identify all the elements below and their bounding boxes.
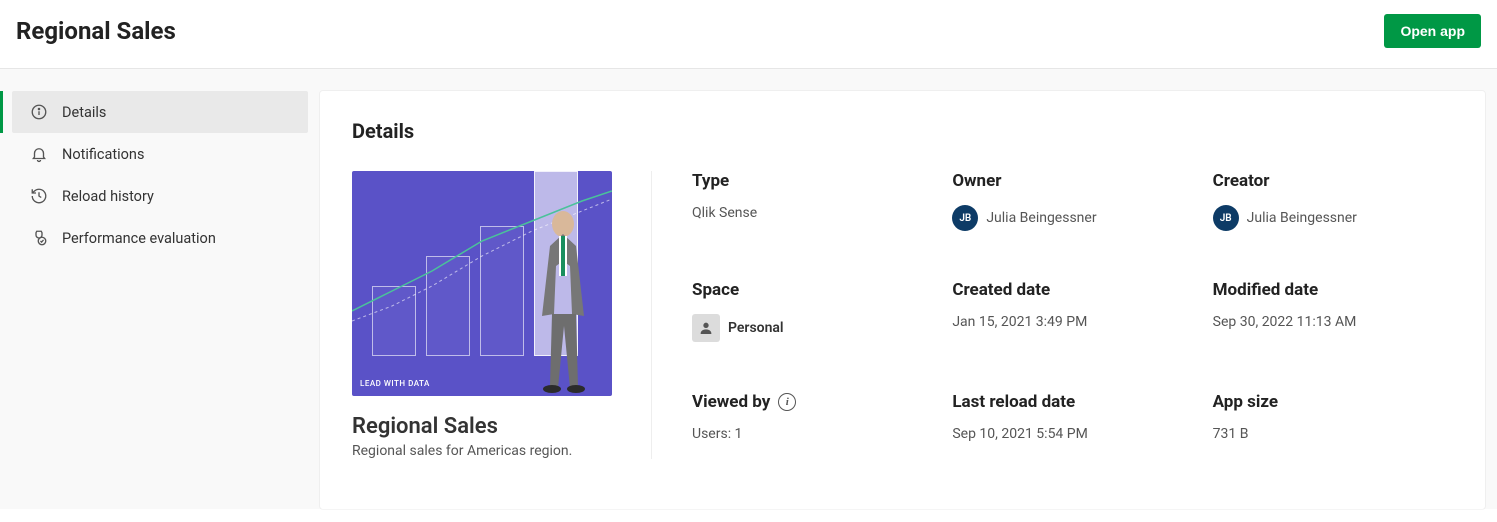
meta-creator: Creator JB Julia Beingessner [1213, 171, 1453, 248]
meta-value: JB Julia Beingessner [1213, 205, 1453, 231]
thumb-person [524, 206, 602, 394]
person-icon [692, 314, 720, 342]
meta-last-reload-date: Last reload date Sep 10, 2021 5:54 PM [952, 392, 1192, 459]
meta-viewed-by: Viewed by i Users: 1 [692, 392, 932, 459]
sidebar: Details Notifications Reload history Per… [0, 69, 320, 509]
meta-space: Space Personal [692, 280, 932, 359]
meta-value: Qlik Sense [692, 205, 932, 221]
meta-value: Sep 10, 2021 5:54 PM [952, 426, 1192, 442]
metadata-grid: Type Qlik Sense Owner JB Julia Beingessn… [692, 171, 1453, 459]
meta-label: Last reload date [952, 392, 1192, 412]
thumbnail-column: LEAD WITH DATA Regional Sales Regional s… [352, 171, 652, 459]
sidebar-item-reload-history[interactable]: Reload history [12, 175, 308, 217]
app-description: Regional sales for Americas region. [352, 443, 611, 459]
performance-icon [30, 229, 48, 247]
meta-label: Type [692, 171, 932, 191]
sidebar-item-label: Details [62, 104, 106, 121]
sidebar-item-notifications[interactable]: Notifications [12, 133, 308, 175]
info-icon [30, 103, 48, 121]
meta-label: App size [1213, 392, 1453, 412]
meta-value: JB Julia Beingessner [952, 205, 1192, 231]
thumb-caption: LEAD WITH DATA [360, 379, 430, 388]
section-title: Details [352, 119, 1453, 143]
meta-value: 731 B [1213, 426, 1453, 442]
meta-modified-date: Modified date Sep 30, 2022 11:13 AM [1213, 280, 1453, 359]
page-title: Regional Sales [16, 17, 176, 45]
sidebar-item-details[interactable]: Details [12, 91, 308, 133]
info-icon[interactable]: i [778, 393, 796, 411]
creator-name: Julia Beingessner [1247, 210, 1357, 226]
meta-label: Owner [952, 171, 1192, 191]
space-chip[interactable]: Personal [692, 314, 784, 342]
meta-label: Creator [1213, 171, 1453, 191]
meta-label: Viewed by i [692, 392, 932, 412]
meta-created-date: Created date Jan 15, 2021 3:49 PM [952, 280, 1192, 359]
body-area: Details Notifications Reload history Per… [0, 69, 1497, 509]
meta-value: Sep 30, 2022 11:13 AM [1213, 314, 1453, 330]
avatar: JB [952, 205, 978, 231]
owner-name: Julia Beingessner [986, 210, 1096, 226]
meta-owner: Owner JB Julia Beingessner [952, 171, 1192, 248]
meta-type: Type Qlik Sense [692, 171, 932, 248]
meta-app-size: App size 731 B [1213, 392, 1453, 459]
details-panel: Details [320, 91, 1485, 509]
bell-icon [30, 145, 48, 163]
sidebar-item-label: Notifications [62, 146, 144, 163]
meta-label: Space [692, 280, 932, 300]
meta-value: Personal [692, 314, 932, 342]
meta-value: Jan 15, 2021 3:49 PM [952, 314, 1192, 330]
avatar: JB [1213, 205, 1239, 231]
open-app-button[interactable]: Open app [1384, 14, 1481, 48]
page-header: Regional Sales Open app [0, 0, 1497, 69]
app-name: Regional Sales [352, 414, 611, 439]
history-icon [30, 187, 48, 205]
details-row: LEAD WITH DATA Regional Sales Regional s… [352, 171, 1453, 459]
app-thumbnail: LEAD WITH DATA [352, 171, 612, 396]
meta-label: Modified date [1213, 280, 1453, 300]
meta-label: Created date [952, 280, 1192, 300]
meta-value: Users: 1 [692, 426, 932, 442]
meta-label-text: Viewed by [692, 392, 770, 412]
sidebar-item-performance-evaluation[interactable]: Performance evaluation [12, 217, 308, 259]
space-name: Personal [728, 320, 784, 336]
sidebar-item-label: Performance evaluation [62, 230, 216, 247]
sidebar-item-label: Reload history [62, 188, 154, 205]
